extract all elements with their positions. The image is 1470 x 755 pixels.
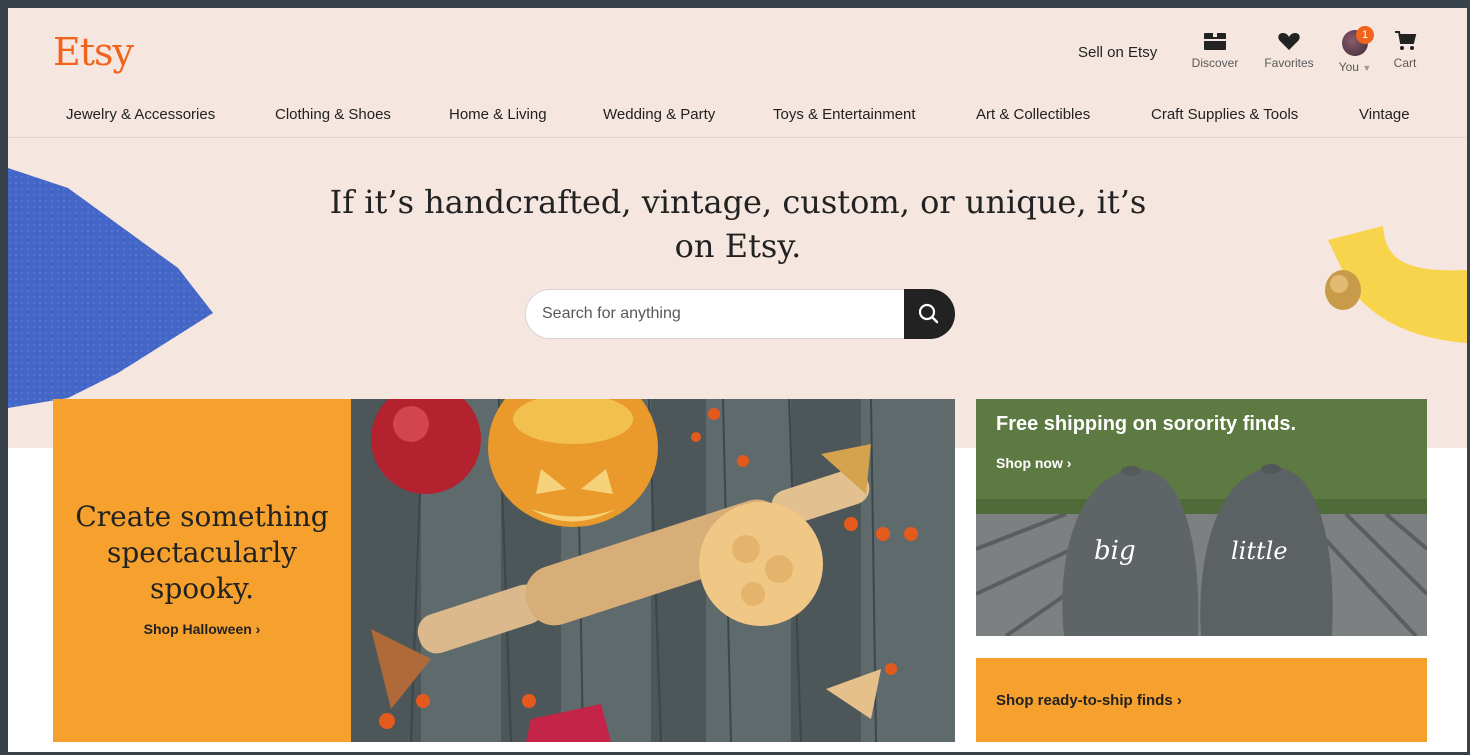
- category-wedding-party[interactable]: Wedding & Party: [603, 106, 715, 123]
- sorority-promo-title: Free shipping on sorority finds.: [996, 413, 1297, 435]
- sorority-promo[interactable]: big little Free shipping on sorority fin…: [976, 399, 1427, 636]
- halloween-photo: [351, 399, 955, 742]
- decorative-blue-shape: [8, 168, 213, 408]
- chevron-down-icon: ▼: [1362, 63, 1372, 73]
- sell-on-etsy-link[interactable]: Sell on Etsy: [1078, 44, 1157, 61]
- hero-tagline: If it’s handcrafted, vintage, custom, or…: [329, 183, 1147, 265]
- heart-icon: [1278, 33, 1300, 50]
- ready-to-ship-promo[interactable]: Shop ready-to-ship finds ›: [976, 658, 1427, 742]
- decorative-yellow-shape: [1325, 226, 1467, 343]
- search-input[interactable]: [525, 289, 925, 339]
- category-toys-entertainment[interactable]: Toys & Entertainment: [773, 106, 916, 123]
- category-nav: Jewelry & Accessories Clothing & Shoes H…: [8, 106, 1467, 138]
- etsy-logo[interactable]: Etsy: [53, 30, 134, 74]
- notification-badge: 1: [1356, 26, 1374, 44]
- discover-icon: [1204, 33, 1226, 50]
- etsy-page: Etsy Sell on Etsy Discover Favorites 1 Y…: [8, 8, 1467, 752]
- halloween-headline: Create something spectacularly spooky.: [75, 500, 329, 605]
- cap-left-text: big: [1094, 536, 1136, 566]
- category-clothing-shoes[interactable]: Clothing & Shoes: [275, 106, 391, 123]
- discover-button[interactable]: Discover: [1184, 30, 1246, 70]
- halloween-promo[interactable]: Create something spectacularly spooky. S…: [53, 399, 955, 742]
- favorites-label: Favorites: [1264, 56, 1314, 70]
- category-art-collectibles[interactable]: Art & Collectibles: [976, 106, 1090, 123]
- discover-label: Discover: [1191, 56, 1239, 70]
- favorites-button[interactable]: Favorites: [1258, 30, 1320, 70]
- category-vintage[interactable]: Vintage: [1359, 106, 1410, 123]
- search-icon: [918, 303, 939, 324]
- category-home-living[interactable]: Home & Living: [449, 106, 547, 123]
- shop-ready-to-ship-link[interactable]: Shop ready-to-ship finds ›: [996, 692, 1182, 709]
- cart-icon: [1395, 31, 1417, 50]
- cart-label: Cart: [1393, 56, 1417, 70]
- category-jewelry-accessories[interactable]: Jewelry & Accessories: [66, 106, 215, 123]
- cart-button[interactable]: Cart: [1374, 30, 1436, 70]
- halloween-promo-text-box: Create something spectacularly spooky. S…: [53, 399, 351, 742]
- shop-now-link[interactable]: Shop now ›: [996, 455, 1071, 471]
- search-bar: [525, 289, 955, 339]
- site-header: Etsy Sell on Etsy Discover Favorites 1 Y…: [8, 8, 1467, 138]
- category-craft-supplies-tools[interactable]: Craft Supplies & Tools: [1151, 106, 1298, 123]
- you-label: You: [1338, 60, 1359, 74]
- cap-right-text: little: [1231, 537, 1288, 565]
- search-button[interactable]: [904, 289, 955, 339]
- shop-halloween-link[interactable]: Shop Halloween ›: [53, 621, 351, 637]
